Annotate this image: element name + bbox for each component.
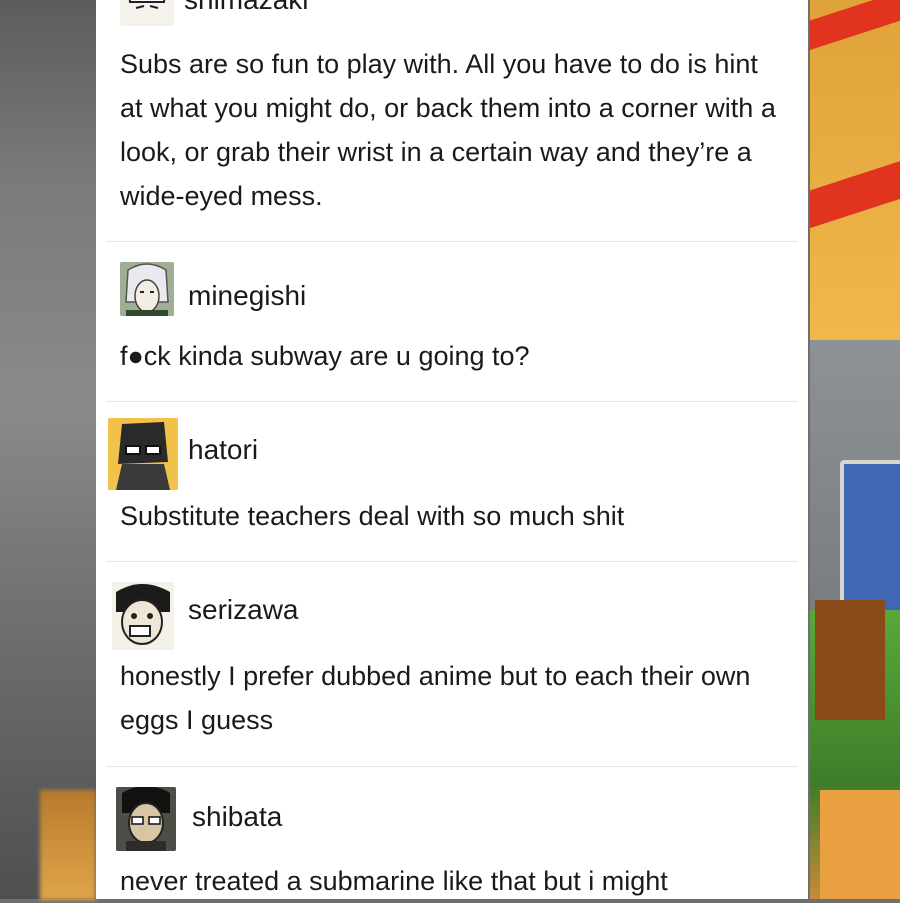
post-text: Substitute teachers deal with so much sh… <box>120 501 625 531</box>
post-entry: shibata never treated a submarine like t… <box>96 767 808 899</box>
post-username[interactable]: shibata <box>192 801 282 833</box>
post-username[interactable]: minegishi <box>188 280 306 312</box>
post-text: never treated a submarine like that but … <box>120 866 668 896</box>
avatar-minegishi-icon <box>120 262 174 316</box>
avatar[interactable] <box>108 418 178 490</box>
post-text: honestly I prefer dubbed anime but to ea… <box>120 661 751 735</box>
post-text: Subs are so fun to play with. All you ha… <box>120 49 776 211</box>
post-username[interactable]: shimazaki <box>184 0 308 16</box>
avatar-serizawa-icon <box>112 582 174 650</box>
post-text: f●ck kinda subway are u going to? <box>120 341 530 371</box>
post-entry: minegishi f●ck kinda subway are u going … <box>96 242 808 402</box>
avatar-shibata-icon <box>116 787 176 851</box>
avatar-shimazaki-icon <box>120 0 174 26</box>
post-entry: shimazaki Subs are so fun to play with. … <box>96 0 808 242</box>
post-username[interactable]: hatori <box>188 434 258 466</box>
background-blob <box>40 790 96 900</box>
avatar[interactable] <box>112 582 174 650</box>
post-entry: serizawa honestly I prefer dubbed anime … <box>96 562 808 767</box>
post-entry: hatori Substitute teachers deal with so … <box>96 402 808 562</box>
post-username[interactable]: serizawa <box>188 594 298 626</box>
avatar[interactable] <box>120 0 174 26</box>
avatar-hatori-icon <box>108 418 178 490</box>
background-right-blur <box>810 0 900 899</box>
background-left-blur <box>0 0 96 900</box>
avatar[interactable] <box>120 262 174 316</box>
reblog-thread-card: shimazaki Subs are so fun to play with. … <box>96 0 808 899</box>
avatar[interactable] <box>116 787 176 851</box>
